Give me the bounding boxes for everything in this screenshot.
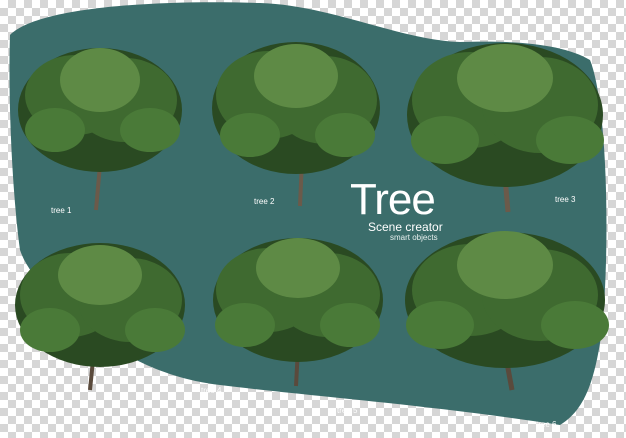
tree-6-label: tree 6 (536, 420, 557, 429)
title-block: Tree Scene creator smart objects (350, 175, 443, 243)
tree-2-label: tree 2 (254, 197, 275, 206)
tree-3-label: tree 3 (555, 195, 576, 204)
tree-6-illustration (405, 231, 609, 391)
tree-1-label: tree 1 (51, 206, 72, 215)
page-subtitle: Scene creator (368, 220, 443, 234)
tree-4-label: tree 4 (201, 386, 222, 395)
page-title: Tree (350, 175, 436, 224)
tree-5-label: tree 5 (337, 406, 358, 415)
scene-canvas: tree 1 tree 2 tree 3 tree 4 tree 5 tree … (0, 0, 626, 438)
tree-icon (405, 231, 609, 391)
page-tagline: smart objects (390, 233, 438, 242)
